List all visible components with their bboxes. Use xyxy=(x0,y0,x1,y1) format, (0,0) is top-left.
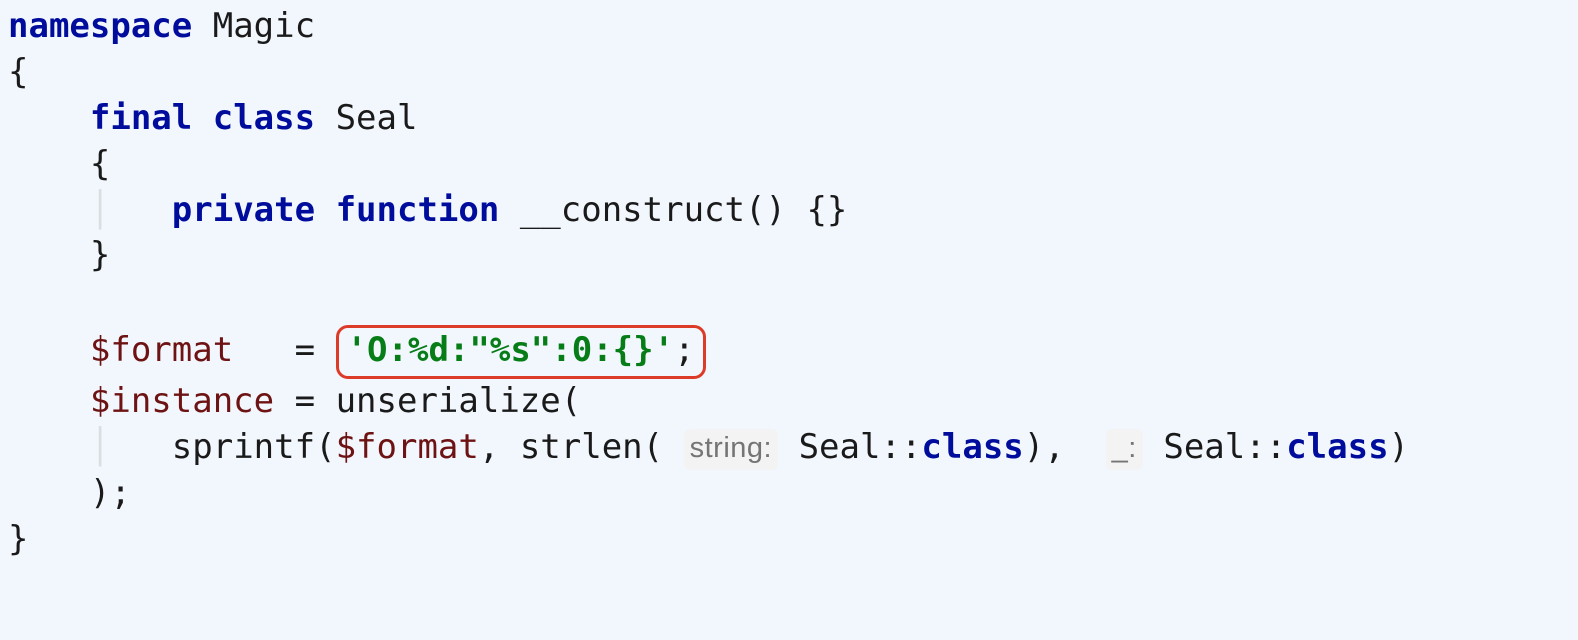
fn-strlen: strlen xyxy=(520,427,643,467)
lparen: ( xyxy=(561,381,581,421)
string-literal: 'O:%d:"%s":0:{}' xyxy=(347,330,675,370)
assign2: = xyxy=(295,381,315,421)
keyword-class: class xyxy=(213,98,315,138)
var-format: $format xyxy=(90,330,233,370)
class-name: Seal xyxy=(336,98,418,138)
highlight-box: 'O:%d:"%s":0:{}'; xyxy=(336,325,706,379)
seal-ref-2: Seal xyxy=(1163,427,1245,467)
keyword-function: function xyxy=(336,190,500,230)
kw-class-1: class xyxy=(921,427,1023,467)
keyword-namespace: namespace xyxy=(8,6,192,46)
class-brace-close: } xyxy=(90,235,110,275)
double-colon-2: :: xyxy=(1245,427,1286,467)
brace-open: { xyxy=(8,52,28,92)
param-hint-string: string: xyxy=(684,429,778,470)
stmt-close: ); xyxy=(90,473,131,513)
var-instance: $instance xyxy=(90,381,274,421)
ctor-parens: () xyxy=(745,190,786,230)
fn-sprintf: sprintf xyxy=(172,427,315,467)
assign: = xyxy=(295,330,315,370)
param-hint-under: _: xyxy=(1106,429,1143,470)
fn-unserialize: unserialize xyxy=(336,381,561,421)
seal-ref-1: Seal xyxy=(799,427,881,467)
line: namespace Magic xyxy=(8,6,315,46)
keyword-private: private xyxy=(172,190,315,230)
kw-class-2: class xyxy=(1286,427,1388,467)
namespace-name: Magic xyxy=(213,6,315,46)
code-editor[interactable]: namespace Magic { final class Seal { │ p… xyxy=(0,0,1578,571)
arg-format: $format xyxy=(336,427,479,467)
semicolon: ; xyxy=(674,330,694,370)
class-brace-open: { xyxy=(90,144,110,184)
keyword-final: final xyxy=(90,98,192,138)
ctor-body: {} xyxy=(806,190,847,230)
rparen: ) xyxy=(1389,427,1409,467)
double-colon-1: :: xyxy=(880,427,921,467)
indent-guide: │ xyxy=(90,190,110,230)
indent-guide: │ xyxy=(90,427,110,467)
constructor-name: __construct xyxy=(520,190,745,230)
ns-close: } xyxy=(8,519,28,559)
